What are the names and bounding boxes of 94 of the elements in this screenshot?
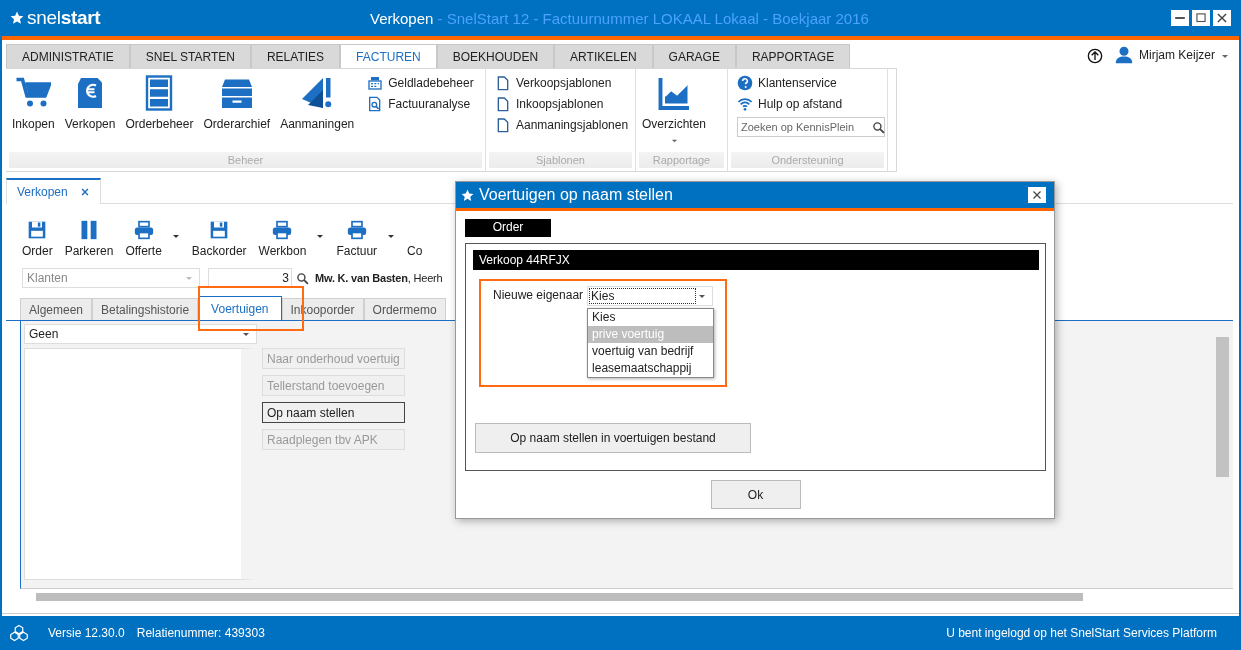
user-icon xyxy=(1115,46,1133,64)
star-icon xyxy=(461,188,474,202)
group-label: Ondersteuning xyxy=(731,152,884,168)
minimize-icon xyxy=(1175,17,1185,19)
ribbon-tab[interactable]: GARAGE xyxy=(652,44,736,68)
ribbon-tab[interactable]: SNEL STARTEN xyxy=(129,44,251,68)
toolbar-button[interactable]: Parkeren xyxy=(62,220,116,258)
upload-button[interactable] xyxy=(1087,48,1103,64)
pause-icon xyxy=(79,220,100,240)
detail-tab[interactable]: Voertuigen xyxy=(198,296,282,320)
dropdown-option[interactable]: voertuig van bedrijf xyxy=(588,343,714,360)
group-label: Sjablonen xyxy=(489,152,632,168)
ribbon-link[interactable]: Aanmaningsjablonen xyxy=(495,117,629,133)
login-status: U bent ingelogd op het SnelStart Services Platform xyxy=(946,626,1217,640)
minimize-button[interactable] xyxy=(1171,10,1189,26)
ribbon-link[interactable]: Hulp op afstand xyxy=(737,96,885,112)
ribbon-button[interactable]: Verkopen xyxy=(61,75,119,152)
window-title: Verkopen xyxy=(370,9,434,27)
ribbon-button[interactable]: Orderarchief xyxy=(200,75,274,152)
dropdown-option[interactable]: Kies xyxy=(588,309,714,326)
group-label: Rapportage xyxy=(639,152,724,168)
ribbon-link[interactable]: Factuuranalyse xyxy=(367,96,474,112)
printer-icon xyxy=(346,220,367,240)
help-icon xyxy=(737,75,753,91)
close-icon xyxy=(79,187,90,197)
document-tab[interactable]: Verkopen xyxy=(6,178,101,204)
ribbon-tab[interactable]: ARTIKELEN xyxy=(554,44,653,68)
toolbar-button[interactable]: Backorder xyxy=(189,220,249,258)
relation-number: Relatienummer: 439303 xyxy=(136,626,265,640)
customer-number-field[interactable]: 3 xyxy=(208,268,292,288)
ribbon-tab[interactable]: ADMINISTRATIE xyxy=(6,44,130,68)
register-button[interactable]: Op naam stellen in voertuigen bestand xyxy=(475,423,751,453)
printer-icon xyxy=(272,220,293,240)
dropdown-option[interactable]: leasemaatschappij xyxy=(588,360,714,377)
close-button[interactable] xyxy=(1028,187,1046,203)
wifi-icon xyxy=(737,96,753,112)
window-subtitle: - SnelStart 12 - Factuurnummer LOKAAL Lokaal - Boekjaar 2016 xyxy=(436,9,869,27)
ribbon-button[interactable]: Orderbeheer xyxy=(122,75,197,152)
user-name[interactable]: Mirjam Keijzer xyxy=(1139,48,1215,62)
dialog-tab[interactable]: Order xyxy=(465,219,551,237)
detail-tab[interactable]: Ordermemo xyxy=(363,298,446,320)
document-icon xyxy=(495,117,511,133)
ok-button[interactable]: Ok xyxy=(710,480,801,509)
document-icon xyxy=(495,96,511,112)
chart-icon xyxy=(656,75,692,111)
caret-icon xyxy=(698,292,707,300)
owner-dropdown[interactable]: Kies xyxy=(587,286,714,306)
search-field[interactable]: Zoeken op KennisPlein xyxy=(737,117,885,137)
ribbon-button[interactable]: Aanmaningen xyxy=(277,75,358,152)
caret-icon xyxy=(185,274,193,282)
ribbon-button[interactable]: Overzichten xyxy=(639,75,710,152)
app-logo: snelstart xyxy=(27,7,101,29)
cubes-icon xyxy=(10,624,28,642)
relation-type-dropdown[interactable]: Klanten xyxy=(22,268,200,288)
caret-icon xyxy=(1221,52,1229,60)
ribbon-button[interactable]: Inkopen xyxy=(9,75,58,152)
search-icon xyxy=(872,120,885,134)
ribbon-tab[interactable]: RAPPORTAGE xyxy=(735,44,851,68)
caret-icon xyxy=(670,137,678,144)
scrollbar[interactable] xyxy=(36,591,1083,603)
ribbon-link[interactable]: Inkoopsjablonen xyxy=(495,96,629,112)
ribbon-tab[interactable]: BOEKHOUDEN xyxy=(436,44,555,68)
ribbon-tab[interactable]: RELATIES xyxy=(250,44,341,68)
search-icon xyxy=(296,271,309,285)
dialog-title: Voertuigen op naam stellen xyxy=(479,186,673,204)
document-icon xyxy=(495,75,511,91)
ribbon-link[interactable]: Verkoopsjablonen xyxy=(495,75,629,91)
vehicle-dropdown[interactable]: Geen xyxy=(24,324,257,344)
toolbar-button[interactable]: Order xyxy=(20,220,55,258)
detail-tab[interactable]: Betalingshistorie xyxy=(92,298,199,320)
printer-icon xyxy=(133,220,154,240)
version-text: Versie 12.30.0 xyxy=(48,626,125,640)
caret-icon xyxy=(242,330,250,338)
group-label: Beheer xyxy=(9,152,482,168)
ribbon-link[interactable]: Geldladebeheer xyxy=(367,75,474,91)
close-icon xyxy=(1215,11,1229,25)
field-label: Nieuwe eigenaar xyxy=(493,288,584,304)
ribbon-tab[interactable]: FACTUREN xyxy=(340,44,437,68)
close-icon xyxy=(1031,189,1043,201)
maximize-icon xyxy=(1194,11,1208,25)
close-button[interactable] xyxy=(1213,10,1231,26)
toolbar-button[interactable]: Offerte xyxy=(123,220,164,258)
toolbar-button[interactable]: Werkbon xyxy=(256,220,309,258)
customer-name: Mw. K. van Basten, Heerh xyxy=(315,272,443,284)
action-button[interactable]: Op naam stellen xyxy=(262,402,405,423)
toolbar-button[interactable]: Co xyxy=(405,220,425,258)
maximize-button[interactable] xyxy=(1192,10,1210,26)
ribbon-link[interactable]: Klantenservice xyxy=(737,75,885,91)
cash-register-icon xyxy=(367,75,384,91)
upload-icon xyxy=(1087,48,1103,64)
star-icon xyxy=(10,11,24,25)
toolbar-button[interactable]: Factuur xyxy=(334,220,380,258)
section-header: Verkoop 44RFJX xyxy=(473,250,1039,270)
detail-tab[interactable]: Algemeen xyxy=(20,298,93,320)
